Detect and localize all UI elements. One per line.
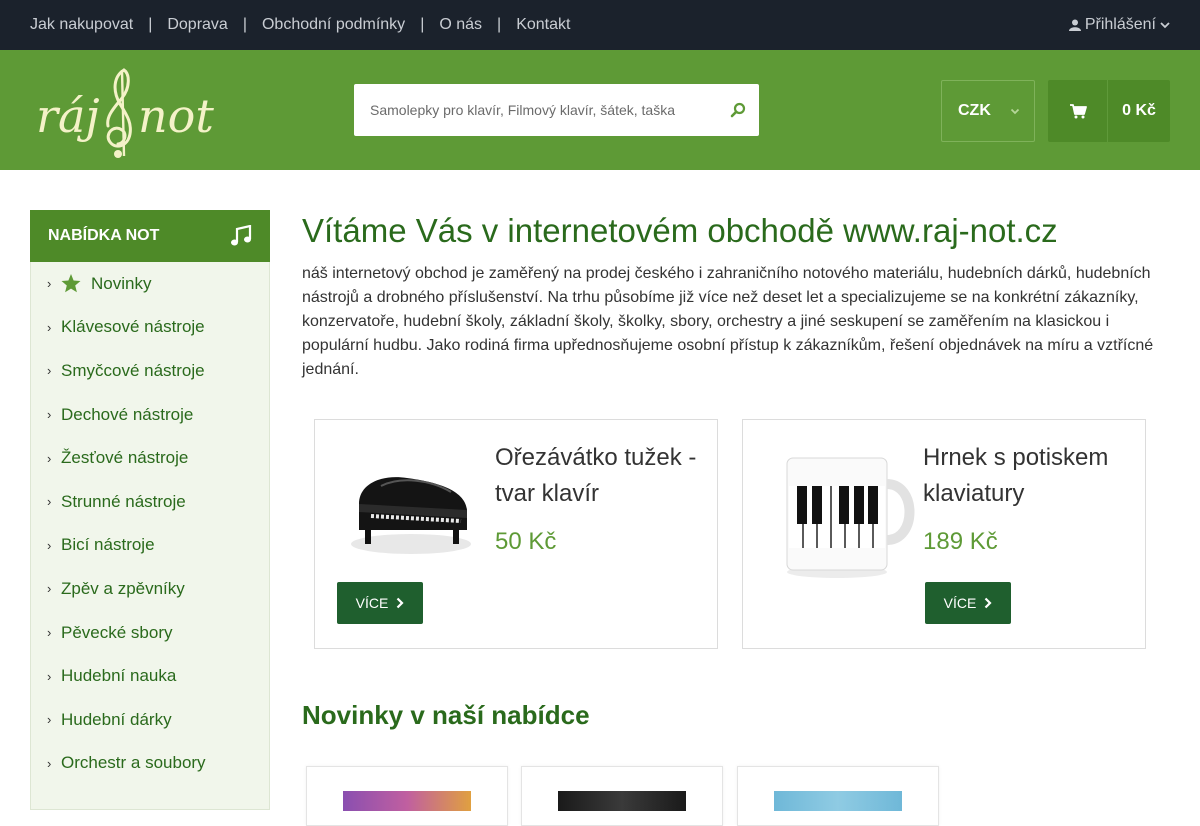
sidebar-item-orchestr[interactable]: › Orchestr a soubory [31, 742, 269, 786]
currency-select[interactable]: CZK [941, 80, 1035, 142]
chevron-down-icon [1010, 108, 1020, 115]
chevron-down-icon [1160, 22, 1170, 29]
top-bar: Jak nakupovat | Doprava | Obchodní podmí… [0, 0, 1200, 50]
chevron-right-icon [985, 597, 992, 609]
chevron-right-icon: › [47, 407, 52, 423]
star-icon [61, 274, 81, 293]
category-menu: › Novinky › Klávesové nástroje › Smyčcové … [31, 262, 269, 785]
nav-separator: | [420, 16, 425, 33]
new-product-tile[interactable] [737, 766, 939, 826]
chevron-right-icon: › [47, 363, 52, 379]
new-product-thumbnail[interactable] [774, 791, 902, 811]
sidebar-item-label: Novinky [91, 273, 152, 293]
site-logo[interactable]: ráj not [34, 60, 214, 160]
sidebar-item-label: Hudební dárky [61, 709, 172, 729]
sidebar-header: NABÍDKA NOT [30, 210, 270, 262]
more-button[interactable]: VÍCE [925, 582, 1011, 624]
currency-value: CZK [958, 102, 991, 119]
product-image-keyboard-mug[interactable] [777, 444, 917, 584]
nav-link-doprava[interactable]: Doprava [167, 16, 227, 34]
svg-text:ráj: ráj [36, 89, 100, 143]
sidebar-item-zpev[interactable]: › Zpěv a zpěvníky [31, 567, 269, 611]
product-card[interactable]: Hrnek s potiskem klaviatury 189 Kč VÍCE [742, 419, 1146, 649]
cart-button[interactable]: 0 Kč [1048, 80, 1170, 142]
search-input[interactable] [354, 84, 717, 136]
sidebar-item-smyccove[interactable]: › Smyčcové nástroje [31, 349, 269, 393]
cart-icon [1069, 104, 1087, 119]
user-icon [1068, 19, 1081, 31]
sidebar-item-hudebni-darky[interactable]: › Hudební dárky [31, 698, 269, 742]
new-product-thumbnail[interactable] [343, 791, 471, 811]
chevron-right-icon: › [47, 712, 52, 728]
nav-link-obchodni-podminky[interactable]: Obchodní podmínky [262, 16, 405, 34]
sidebar-item-label: Orchestr a soubory [61, 753, 206, 773]
new-product-thumbnail[interactable] [558, 791, 686, 811]
chevron-right-icon [397, 597, 404, 609]
cart-total: 0 Kč [1122, 102, 1156, 119]
new-product-tile[interactable] [306, 766, 508, 826]
product-card[interactable]: Ořezávátko tužek - tvar klavír 50 Kč VÍC… [314, 419, 718, 649]
product-image-piano-sharpener[interactable] [341, 444, 481, 584]
search-button[interactable] [717, 84, 759, 136]
chevron-right-icon: › [47, 537, 52, 553]
chevron-right-icon: › [47, 668, 52, 684]
search-bar [354, 84, 759, 136]
sidebar-item-strunne[interactable]: › Strunné nástroje [31, 480, 269, 524]
more-button-label: VÍCE [943, 595, 977, 611]
product-price: 189 Kč [923, 528, 998, 555]
intro-text: náš internetový obchod je zaměřený na pr… [302, 265, 1154, 378]
sidebar-item-label: Smyčcové nástroje [61, 360, 205, 380]
sidebar-title: NABÍDKA NOT [48, 227, 160, 244]
chevron-right-icon: › [47, 494, 52, 510]
nav-separator: | [148, 16, 153, 33]
more-button-label: VÍCE [355, 595, 389, 611]
sidebar-item-novinky[interactable]: › Novinky [31, 262, 269, 306]
top-nav: Jak nakupovat | Doprava | Obchodní podmí… [30, 0, 570, 50]
product-price: 50 Kč [495, 528, 557, 555]
sidebar-item-label: Hudební nauka [61, 666, 177, 686]
nav-separator: | [497, 16, 502, 33]
nav-link-jak-nakupovat[interactable]: Jak nakupovat [30, 16, 133, 34]
login-link[interactable]: Přihlášení [1068, 0, 1170, 50]
category-sidebar: NABÍDKA NOT › Novinky › Klávesové nástroj… [30, 210, 270, 810]
sidebar-item-hudebni-nauka[interactable]: › Hudební nauka [31, 654, 269, 698]
site-header: ráj not CZK 0 Kč [0, 50, 1200, 170]
new-products-title: Novinky v naší nabídce [302, 700, 590, 730]
more-button[interactable]: VÍCE [337, 582, 423, 624]
chevron-right-icon: › [47, 755, 52, 771]
sidebar-item-pevecke-sbory[interactable]: › Pěvecké sbory [31, 611, 269, 655]
sidebar-item-label: Bicí nástroje [61, 535, 155, 555]
main-content: Vítáme Vás v internetovém obchodě www.ra… [302, 210, 1162, 382]
music-note-icon [231, 225, 252, 246]
svg-text:not: not [138, 89, 214, 143]
sidebar-item-label: Dechové nástroje [61, 404, 194, 424]
search-icon [730, 102, 746, 118]
chevron-right-icon: › [47, 581, 52, 597]
sidebar-item-label: Žesťové nástroje [61, 448, 189, 468]
chevron-right-icon: › [47, 276, 52, 292]
sidebar-item-label: Zpěv a zpěvníky [61, 578, 185, 598]
sidebar-item-zestove[interactable]: › Žesťové nástroje [31, 436, 269, 480]
nav-separator: | [242, 16, 247, 33]
cart-icon-wrap [1048, 80, 1108, 142]
sidebar-item-bici[interactable]: › Bicí nástroje [31, 524, 269, 568]
chevron-right-icon: › [47, 625, 52, 641]
sidebar-item-dechove[interactable]: › Dechové nástroje [31, 393, 269, 437]
chevron-right-icon: › [47, 319, 52, 335]
login-label: Přihlášení [1084, 16, 1156, 33]
new-product-tile[interactable] [521, 766, 723, 826]
chevron-right-icon: › [47, 450, 52, 466]
sidebar-item-label: Klávesové nástroje [61, 317, 205, 337]
sidebar-item-klavesove[interactable]: › Klávesové nástroje [31, 306, 269, 350]
sidebar-item-label: Strunné nástroje [61, 491, 186, 511]
nav-link-o-nas[interactable]: O nás [439, 16, 482, 34]
nav-link-kontakt[interactable]: Kontakt [516, 16, 570, 34]
sidebar-item-label: Pěvecké sbory [61, 622, 173, 642]
product-name[interactable]: Ořezávátko tužek - tvar klavír [495, 440, 705, 512]
logo-graphic: ráj not [36, 68, 214, 158]
product-name[interactable]: Hrnek s potiskem klaviatury [923, 440, 1133, 512]
page-title: Vítáme Vás v internetovém obchodě www.ra… [302, 212, 1058, 249]
